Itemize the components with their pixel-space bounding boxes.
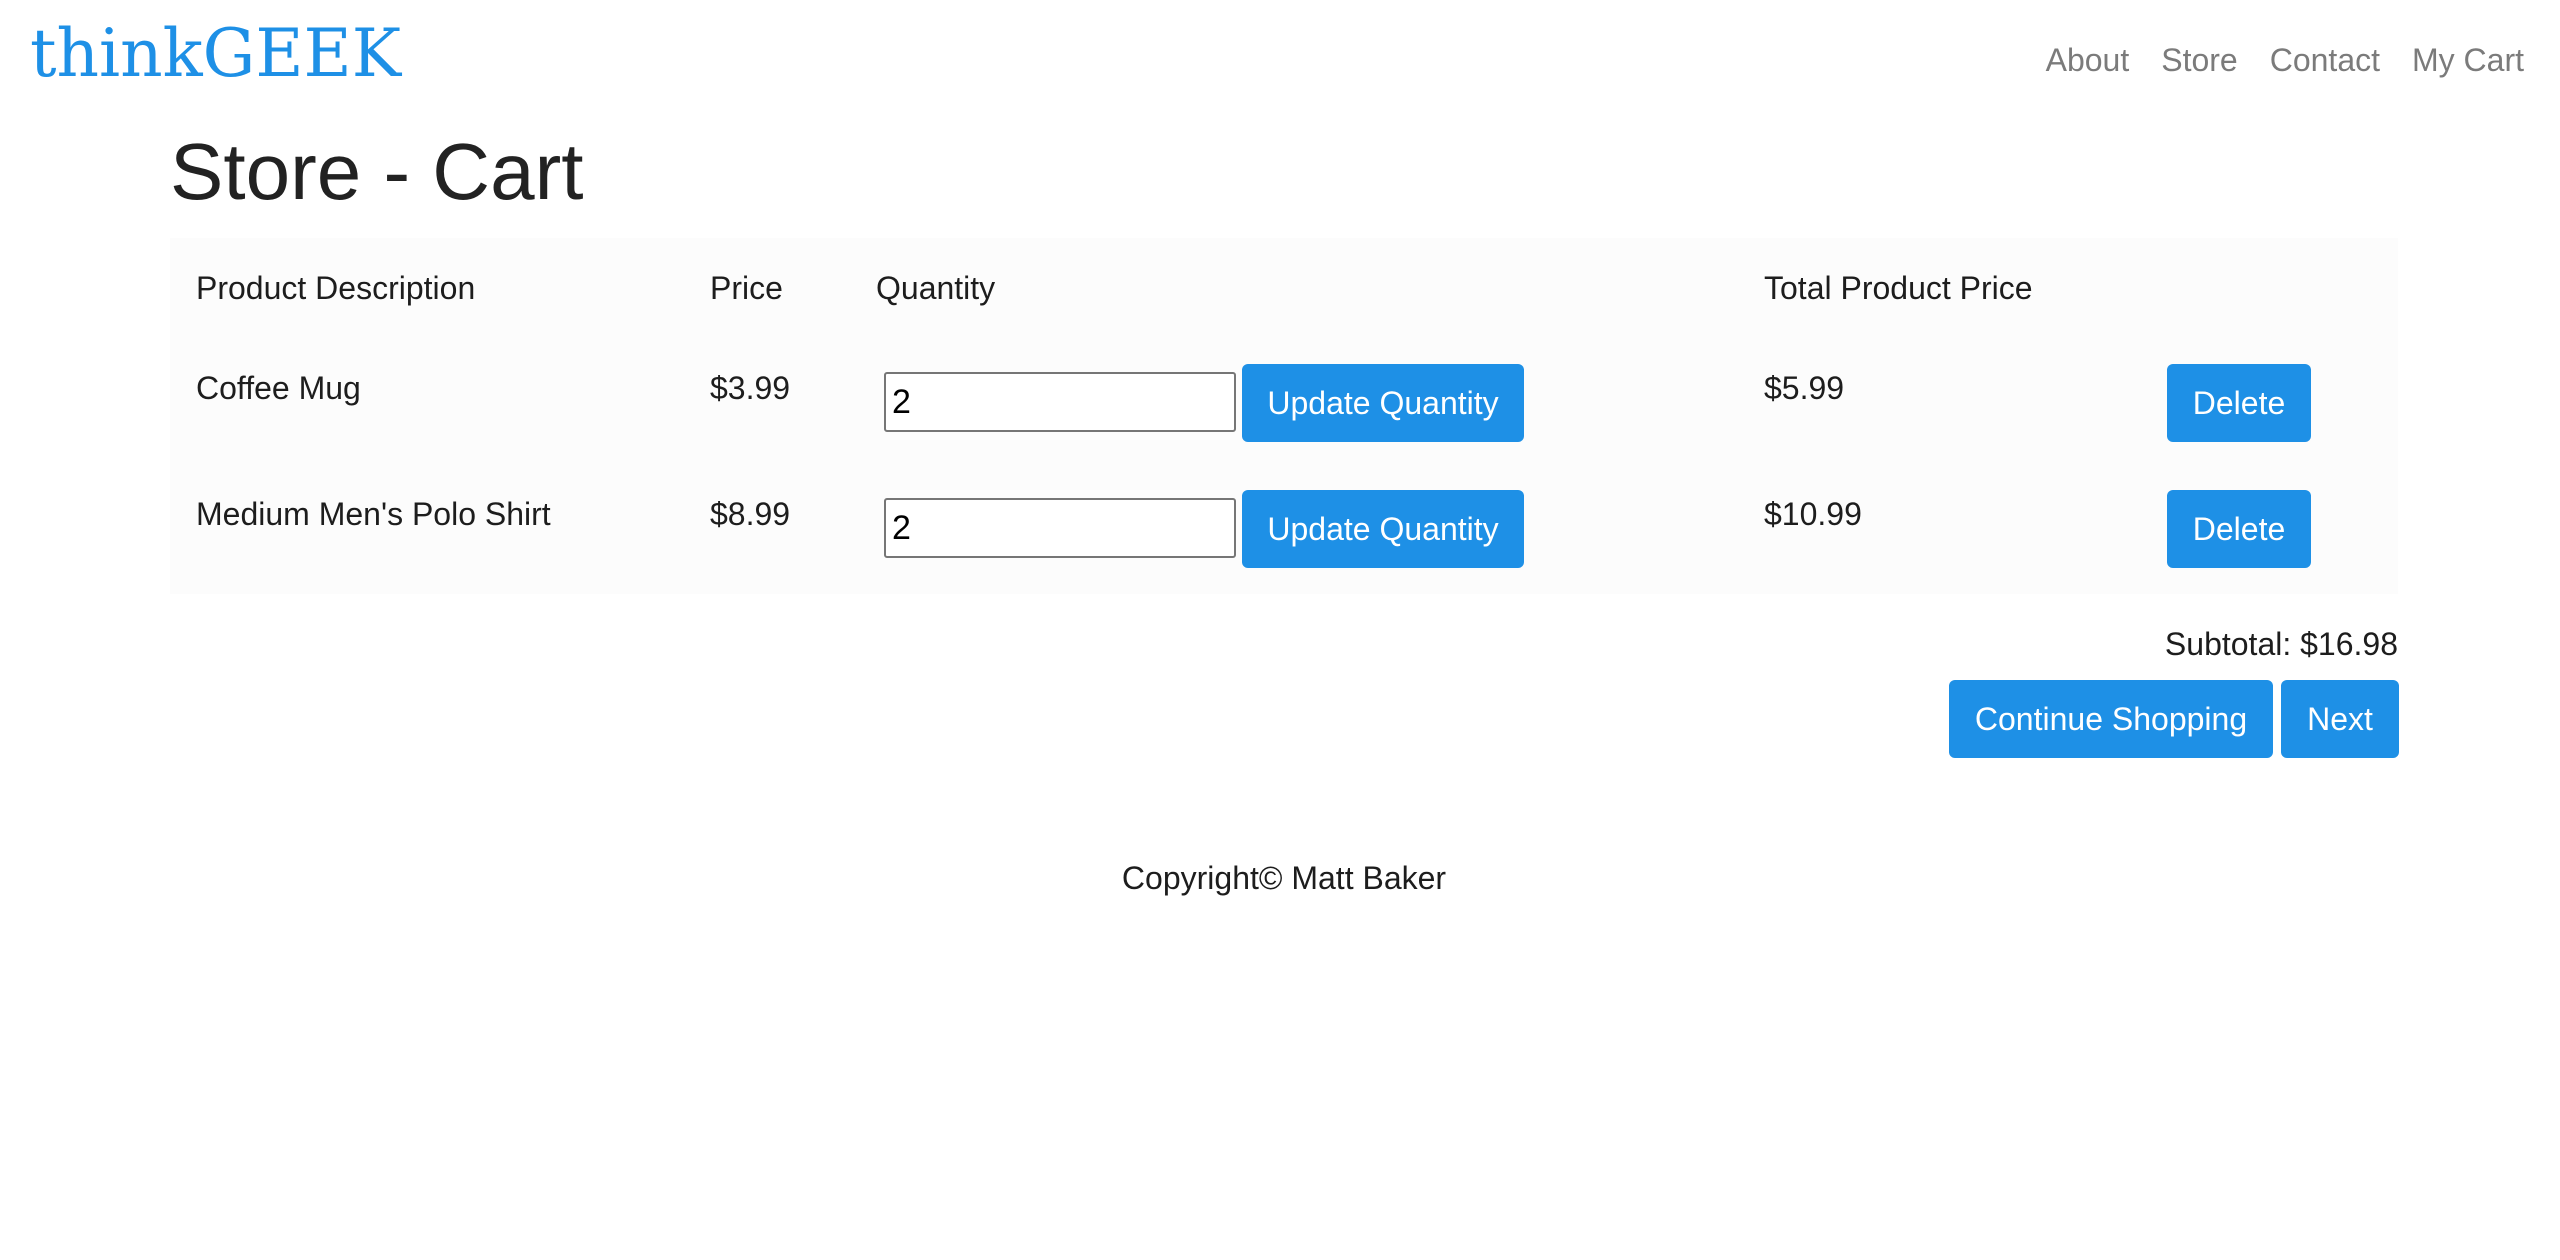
- delete-button[interactable]: Delete: [2167, 490, 2311, 568]
- cart-item-price: $3.99: [710, 370, 791, 406]
- nav-link-store[interactable]: Store: [2161, 40, 2237, 80]
- footer-copyright: Copyright© Matt Baker: [1121, 860, 1447, 896]
- update-quantity-button[interactable]: Update Quantity: [1242, 364, 1524, 442]
- cart-item-total: $5.99: [1764, 370, 1845, 406]
- subtotal: Subtotal: $16.98: [2164, 626, 2398, 662]
- delete-button[interactable]: Delete: [2167, 364, 2311, 442]
- nav-menu: About Store Contact My Cart: [2046, 40, 2524, 80]
- cart-item-total: $10.99: [1764, 496, 1862, 532]
- brand-logo[interactable]: thinkGEEK: [30, 14, 401, 94]
- cart-item-description: Medium Men's Polo Shirt: [196, 496, 551, 532]
- update-quantity-button[interactable]: Update Quantity: [1242, 490, 1524, 568]
- nav-link-contact[interactable]: Contact: [2270, 40, 2380, 80]
- navbar: thinkGEEK About Store Contact My Cart: [0, 0, 2560, 110]
- continue-shopping-button[interactable]: Continue Shopping: [1949, 680, 2273, 758]
- quantity-input[interactable]: [884, 372, 1236, 432]
- header-product-description: Product Description: [196, 270, 476, 306]
- header-price: Price: [710, 270, 783, 306]
- nav-link-my-cart[interactable]: My Cart: [2412, 40, 2524, 80]
- next-button[interactable]: Next: [2281, 680, 2399, 758]
- cart-item-price: $8.99: [710, 496, 791, 532]
- page-title: Store - Cart: [170, 127, 584, 216]
- quantity-input[interactable]: [884, 498, 1236, 558]
- header-quantity: Quantity: [876, 270, 996, 306]
- cart-item-description: Coffee Mug: [196, 370, 361, 406]
- header-total-product-price: Total Product Price: [1764, 270, 2033, 306]
- cart-table: Product Description Price Quantity Total…: [170, 238, 2398, 594]
- nav-link-about[interactable]: About: [2046, 40, 2130, 80]
